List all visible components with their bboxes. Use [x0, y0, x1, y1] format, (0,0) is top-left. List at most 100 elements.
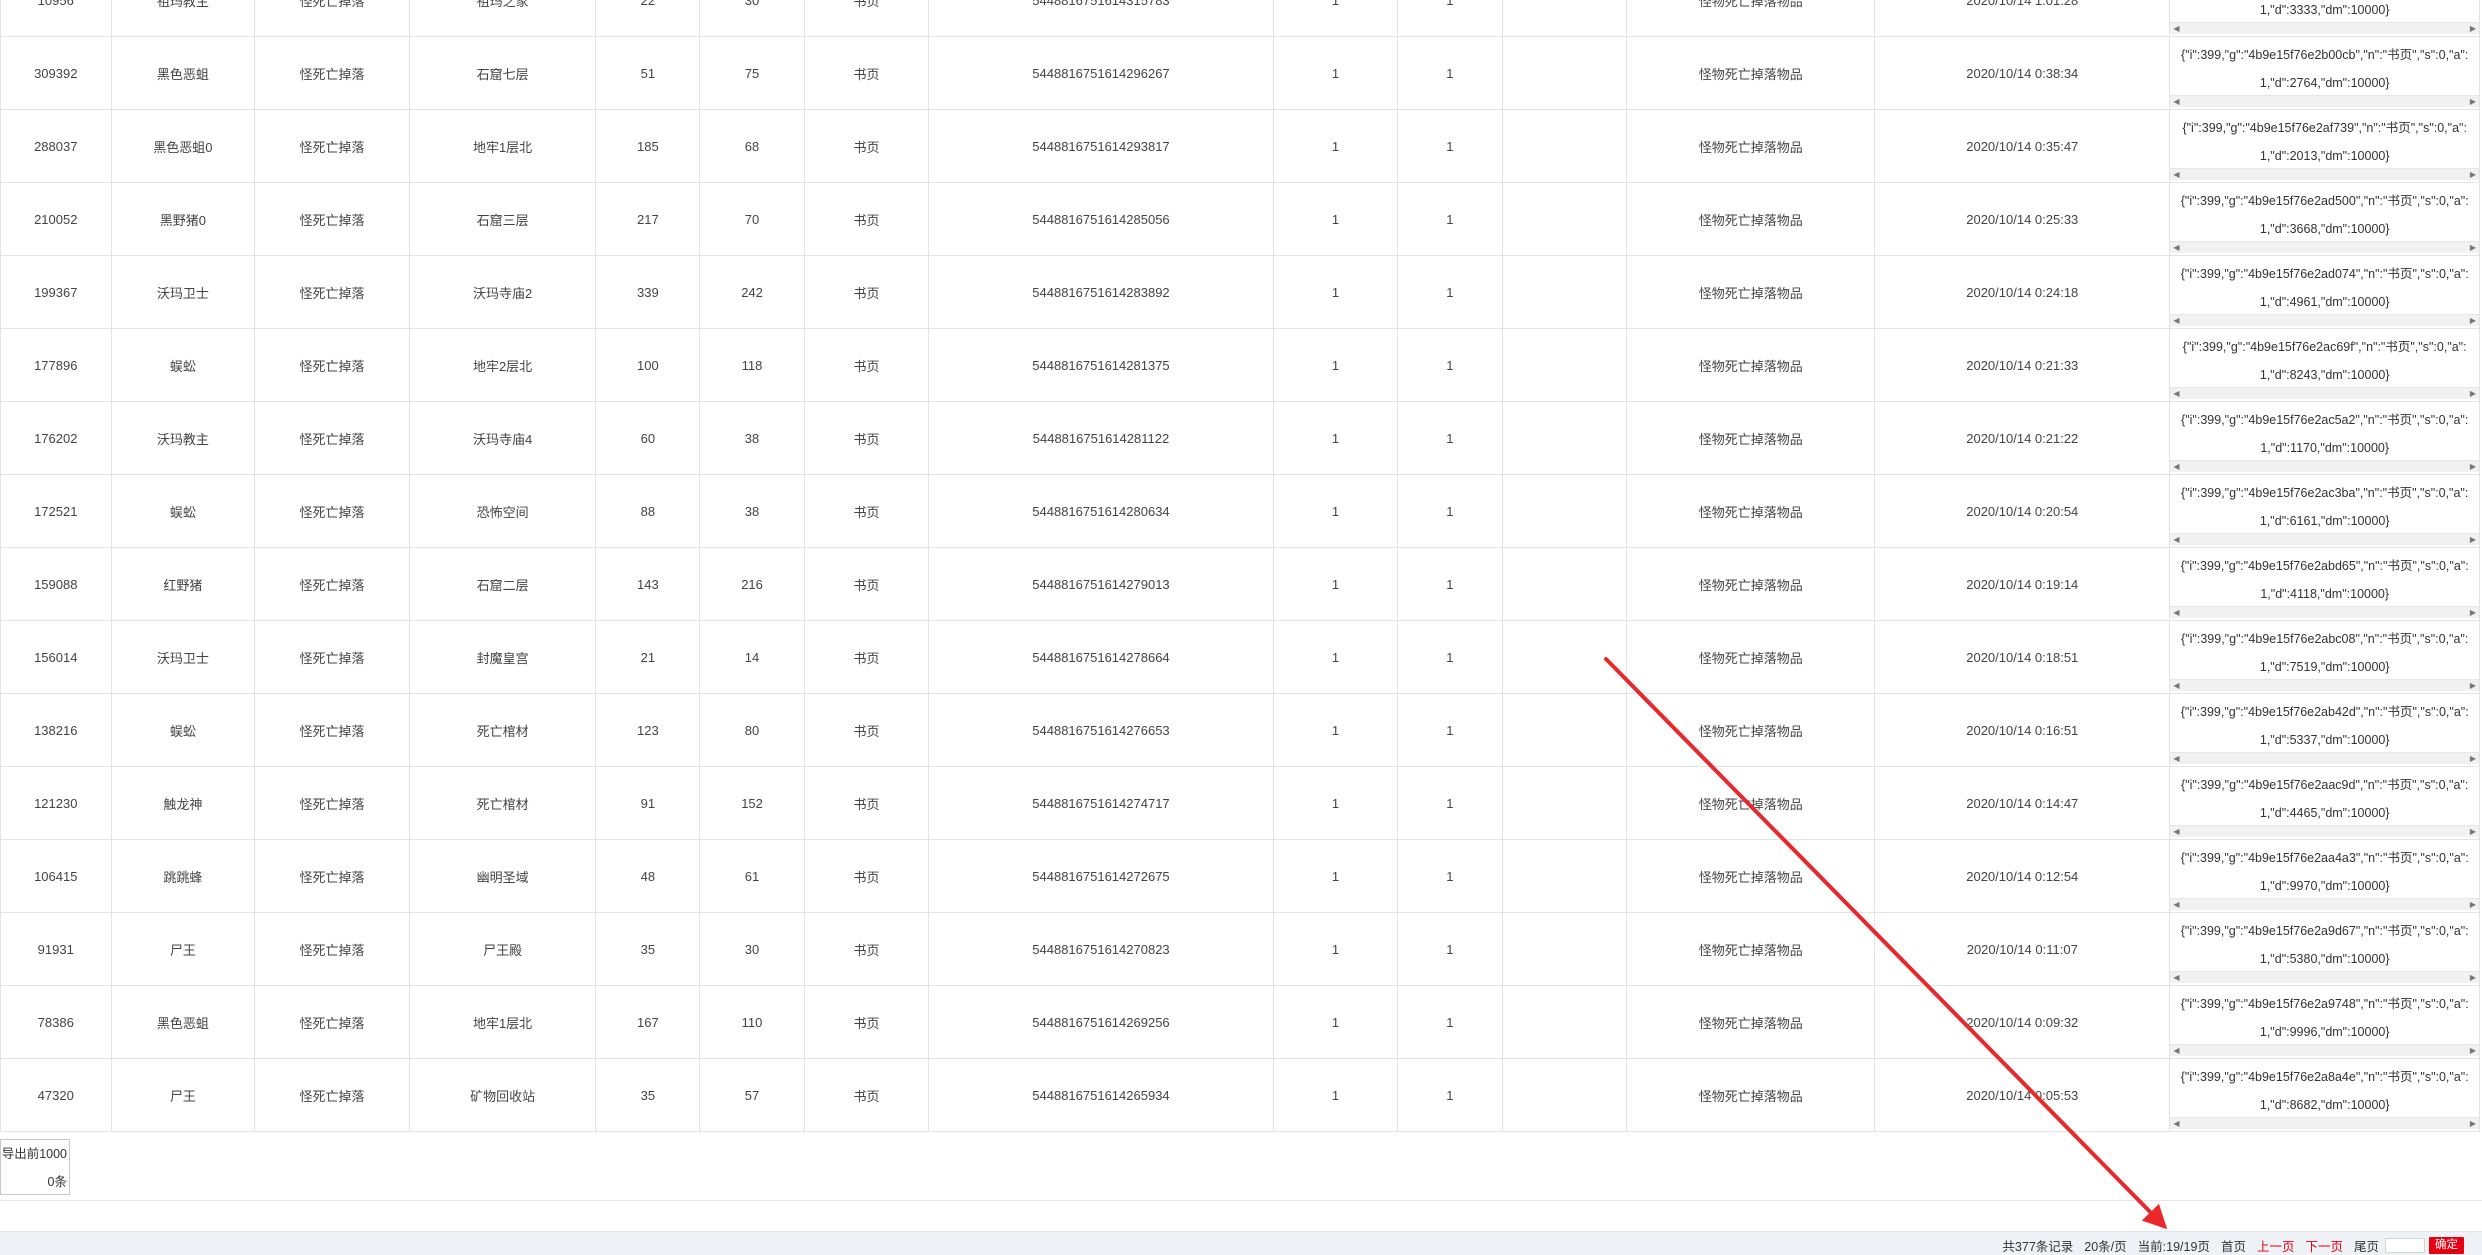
json-scroll-box[interactable]: {"i":399,"g":"4b9e15f76e2ac5a2","n":"书页"… — [2170, 403, 2479, 474]
cell-count: 1 — [1272, 766, 1399, 840]
scroll-left-icon[interactable]: ◀ — [2171, 534, 2183, 545]
json-scroll-box[interactable]: {"i":399,"g":"4b9e15f76e2a9d67","n":"书页"… — [2170, 914, 2479, 985]
scroll-right-icon[interactable]: ▶ — [2467, 534, 2479, 545]
cell-y: 70 — [699, 182, 805, 256]
scroll-right-icon[interactable]: ▶ — [2467, 169, 2479, 180]
cell-y: 68 — [699, 109, 805, 183]
log-page: 10956 祖玛教主 怪死亡掉落 祖玛之家 22 30 书页 5448816751614315… — [0, 0, 2482, 1255]
horizontal-scrollbar[interactable]: ◀ ▶ — [2170, 752, 2479, 764]
scroll-right-icon[interactable]: ▶ — [2467, 242, 2479, 253]
horizontal-scrollbar[interactable]: ◀ ▶ — [2170, 1117, 2479, 1129]
scroll-right-icon[interactable]: ▶ — [2467, 96, 2479, 107]
scroll-left-icon[interactable]: ◀ — [2171, 242, 2183, 253]
first-page-link[interactable]: 首页 — [2221, 1236, 2246, 1255]
cell-monster: 蜈蚣 — [110, 328, 256, 402]
cell-count: 1 — [1272, 401, 1399, 475]
prev-page-link[interactable]: 上一页 — [2257, 1236, 2295, 1255]
scroll-right-icon[interactable]: ▶ — [2467, 899, 2479, 910]
cell-x: 35 — [595, 1058, 701, 1132]
json-scroll-box[interactable]: {"i":399,"g":"4b9e15f76e2ac69f","n":"书页"… — [2170, 330, 2479, 401]
json-scroll-box[interactable]: {"i":399,"g":"4b9e15f76e2ad074","n":"书页"… — [2170, 257, 2479, 328]
scroll-right-icon[interactable]: ▶ — [2467, 972, 2479, 983]
scroll-left-icon[interactable]: ◀ — [2171, 680, 2183, 691]
json-scroll-box[interactable]: {"i":399,"g":"4b9e15f76e2abc08","n":"书页"… — [2170, 622, 2479, 693]
horizontal-scrollbar[interactable]: ◀ ▶ — [2170, 898, 2479, 910]
scroll-right-icon[interactable]: ▶ — [2467, 315, 2479, 326]
scroll-left-icon[interactable]: ◀ — [2171, 315, 2183, 326]
scroll-left-icon[interactable]: ◀ — [2171, 461, 2183, 472]
json-scroll-box[interactable]: {"i":399,"g":"4b9e15f76e2ad500","n":"书页"… — [2170, 184, 2479, 255]
horizontal-scrollbar[interactable]: ◀ ▶ — [2170, 679, 2479, 691]
horizontal-scrollbar[interactable]: ◀ ▶ — [2170, 971, 2479, 983]
scroll-right-icon[interactable]: ▶ — [2467, 23, 2479, 34]
scroll-right-icon[interactable]: ▶ — [2467, 461, 2479, 472]
scroll-left-icon[interactable]: ◀ — [2171, 753, 2183, 764]
json-scroll-box[interactable]: {"i":399,"g":"4b9e15f76e2aa4a3","n":"书页"… — [2170, 841, 2479, 912]
cell-item: 书页 — [803, 182, 930, 256]
json-scroll-box[interactable]: {"i":399,"g":"4b9e15f76e2b0cb","n":"书页",… — [2170, 0, 2479, 36]
pagination-bar: 共377条记录 20条/页 当前:19/19页 首页 上一页 下一页 尾页 确定 — [0, 1231, 2482, 1255]
cell-empty — [1501, 693, 1628, 767]
json-scroll-box[interactable]: {"i":399,"g":"4b9e15f76e2a9748","n":"书页"… — [2170, 987, 2479, 1058]
scroll-left-icon[interactable]: ◀ — [2171, 972, 2183, 983]
scroll-left-icon[interactable]: ◀ — [2171, 23, 2183, 34]
cell-count: 1 — [1272, 985, 1399, 1059]
scroll-left-icon[interactable]: ◀ — [2171, 826, 2183, 837]
horizontal-scrollbar[interactable]: ◀ ▶ — [2170, 95, 2479, 107]
export-button[interactable]: 导出前10000条 — [0, 1139, 70, 1195]
scroll-left-icon[interactable]: ◀ — [2171, 169, 2183, 180]
table-row: 78386 黑色恶蛆 怪死亡掉落 地牢1层北 167 110 书页 5448816751614… — [0, 985, 2480, 1059]
cell-id: 156014 — [0, 620, 112, 694]
horizontal-scrollbar[interactable]: ◀ ▶ — [2170, 606, 2479, 618]
json-scroll-box[interactable]: {"i":399,"g":"4b9e15f76e2a8a4e","n":"书页"… — [2170, 1060, 2479, 1131]
cell-count: 1 — [1272, 36, 1399, 110]
json-scroll-box[interactable]: {"i":399,"g":"4b9e15f76e2ac3ba","n":"书页"… — [2170, 476, 2479, 547]
cell-count: 1 — [1272, 109, 1399, 183]
scroll-left-icon[interactable]: ◀ — [2171, 388, 2183, 399]
scroll-right-icon[interactable]: ▶ — [2467, 1118, 2479, 1129]
cell-description: 怪物死亡掉落物品 — [1626, 36, 1876, 110]
scroll-left-icon[interactable]: ◀ — [2171, 1045, 2183, 1056]
cell-count: 1 — [1272, 328, 1399, 402]
cell-id: 106415 — [0, 839, 112, 913]
cell-description: 怪物死亡掉落物品 — [1626, 620, 1876, 694]
json-text: {"i":399,"g":"4b9e15f76e2a8a4e","n":"书页"… — [2180, 1070, 2469, 1112]
cell-monster: 黑色恶蛆0 — [110, 109, 256, 183]
next-page-link[interactable]: 下一页 — [2305, 1236, 2343, 1255]
scroll-left-icon[interactable]: ◀ — [2171, 607, 2183, 618]
json-scroll-box[interactable]: {"i":399,"g":"4b9e15f76e2aac9d","n":"书页"… — [2170, 768, 2479, 839]
cell-id: 138216 — [0, 693, 112, 767]
json-text: {"i":399,"g":"4b9e15f76e2aac9d","n":"书页"… — [2181, 778, 2469, 820]
scroll-right-icon[interactable]: ▶ — [2467, 1045, 2479, 1056]
scroll-left-icon[interactable]: ◀ — [2171, 1118, 2183, 1129]
horizontal-scrollbar[interactable]: ◀ ▶ — [2170, 241, 2479, 253]
cell-description: 怪物死亡掉落物品 — [1626, 255, 1876, 329]
confirm-button[interactable]: 确定 — [2429, 1236, 2464, 1254]
cell-monster: 黑野猪0 — [110, 182, 256, 256]
json-scroll-box[interactable]: {"i":399,"g":"4b9e15f76e2af739","n":"书页"… — [2170, 111, 2479, 182]
scroll-right-icon[interactable]: ▶ — [2467, 607, 2479, 618]
last-page-link[interactable]: 尾页 — [2354, 1236, 2379, 1255]
horizontal-scrollbar[interactable]: ◀ ▶ — [2170, 1044, 2479, 1056]
scroll-right-icon[interactable]: ▶ — [2467, 680, 2479, 691]
cell-y: 80 — [699, 693, 805, 767]
cell-serial: 5448816751614296267 — [928, 36, 1274, 110]
horizontal-scrollbar[interactable]: ◀ ▶ — [2170, 460, 2479, 472]
page-number-input[interactable] — [2385, 1237, 2425, 1253]
horizontal-scrollbar[interactable]: ◀ ▶ — [2170, 314, 2479, 326]
json-scroll-box[interactable]: {"i":399,"g":"4b9e15f76e2abd65","n":"书页"… — [2170, 549, 2479, 620]
horizontal-scrollbar[interactable]: ◀ ▶ — [2170, 825, 2479, 837]
horizontal-scrollbar[interactable]: ◀ ▶ — [2170, 22, 2479, 34]
horizontal-scrollbar[interactable]: ◀ ▶ — [2170, 168, 2479, 180]
horizontal-scrollbar[interactable]: ◀ ▶ — [2170, 387, 2479, 399]
scroll-right-icon[interactable]: ▶ — [2467, 388, 2479, 399]
scroll-left-icon[interactable]: ◀ — [2171, 96, 2183, 107]
horizontal-scrollbar[interactable]: ◀ ▶ — [2170, 533, 2479, 545]
scroll-right-icon[interactable]: ▶ — [2467, 826, 2479, 837]
json-scroll-box[interactable]: {"i":399,"g":"4b9e15f76e2b00cb","n":"书页"… — [2170, 38, 2479, 109]
scroll-right-icon[interactable]: ▶ — [2467, 753, 2479, 764]
cell-event: 怪死亡掉落 — [254, 547, 410, 621]
cell-x: 35 — [595, 912, 701, 986]
json-scroll-box[interactable]: {"i":399,"g":"4b9e15f76e2ab42d","n":"书页"… — [2170, 695, 2479, 766]
scroll-left-icon[interactable]: ◀ — [2171, 899, 2183, 910]
